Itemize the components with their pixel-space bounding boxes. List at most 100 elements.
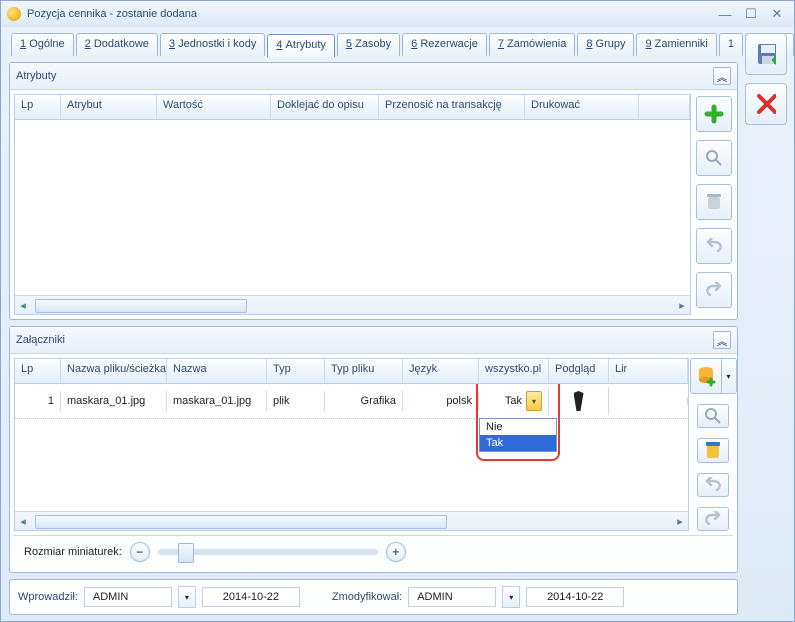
hscroll2-left-icon[interactable]: ◂ (15, 514, 31, 528)
thumbnail-size-slider[interactable] (158, 549, 378, 555)
col-atrybut[interactable]: Atrybut (61, 95, 157, 119)
hscroll-thumb[interactable] (35, 299, 247, 313)
grid-atrybuty[interactable]: Lp Atrybut Wartość Doklejać do opisu Prz… (14, 94, 691, 315)
tab-atrybuty[interactable]: 4 Atrybuty (267, 34, 335, 57)
modified-by-dropdown[interactable]: ▾ (502, 586, 520, 608)
plus-icon (704, 104, 724, 124)
cell-nazwa: maskara_01.jpg (167, 391, 267, 411)
col-lp[interactable]: Lp (15, 95, 61, 119)
delete-button[interactable] (696, 184, 732, 220)
col2-path[interactable]: Nazwa pliku/ścieżka (61, 359, 167, 383)
thumbnail-larger-button[interactable]: + (386, 542, 406, 562)
col-wartosc[interactable]: Wartość (157, 95, 271, 119)
col2-lir[interactable]: Lir (609, 359, 688, 383)
hscroll-left-icon[interactable]: ◂ (15, 298, 31, 312)
undo-attachment-button[interactable] (697, 473, 729, 497)
maximize-button[interactable]: ☐ (740, 6, 762, 22)
arrow-redo-icon (704, 280, 724, 300)
panel-atrybuty-collapse[interactable]: ︽ (713, 67, 731, 85)
arrow-undo-icon (704, 236, 724, 256)
table-row[interactable]: 1 maskara_01.jpg maskara_01.jpg plik Gra… (15, 384, 688, 419)
hscroll-right-icon[interactable]: ▸ (674, 298, 690, 312)
col-drukowac[interactable]: Drukować (525, 95, 639, 119)
dropdown-option-nie[interactable]: Nie (480, 419, 556, 435)
created-label: Wprowadził: (18, 591, 78, 603)
thumbnail-icon (574, 391, 584, 411)
add-button[interactable] (696, 96, 732, 132)
col2-lp[interactable]: Lp (15, 359, 61, 383)
arrow-undo-icon (703, 475, 723, 495)
cylinder-plus-icon (696, 366, 716, 386)
redo-button[interactable] (696, 272, 732, 308)
tab-zamienniki[interactable]: 9 Zamienniki (636, 33, 716, 56)
trash-color-icon (703, 440, 723, 460)
tab-zamowienia[interactable]: 7 Zamówienia (489, 33, 576, 56)
thumbnail-size-label: Rozmiar miniaturek: (24, 546, 122, 558)
col2-nazwa[interactable]: Nazwa (167, 359, 267, 383)
modified-by: ADMIN (408, 587, 496, 607)
add-attachment-dropdown[interactable]: ▾ (721, 358, 737, 394)
dropdown-option-tak[interactable]: Tak (480, 435, 556, 451)
tab-grupy[interactable]: 8 Grupy (577, 33, 634, 56)
cell-lir (609, 397, 688, 405)
hscroll2-right-icon[interactable]: ▸ (672, 514, 688, 528)
cell-podglad (549, 387, 609, 415)
slider-knob[interactable] (178, 543, 194, 563)
tab-zasoby[interactable]: 5 Zasoby (337, 33, 400, 56)
delete-attachment-button[interactable] (697, 438, 729, 462)
tab-rezerwacje[interactable]: 6 Rezerwacje (402, 33, 487, 56)
panel-zalaczniki-collapse[interactable]: ︽ (713, 331, 731, 349)
grid-zalaczniki[interactable]: Lp Nazwa pliku/ścieżka Nazwa Typ Typ pli… (14, 358, 689, 531)
cell-wszystko[interactable]: Tak ▾ (479, 387, 549, 415)
undo-button[interactable] (696, 228, 732, 264)
floppy-icon (756, 44, 776, 64)
col2-podglad[interactable]: Podgląd (549, 359, 609, 383)
minimize-button[interactable]: — (714, 6, 736, 22)
col2-jezyk[interactable]: Język (403, 359, 479, 383)
titlebar: Pozycja cennika - zostanie dodana — ☐ ✕ (1, 1, 794, 27)
col-doklejac[interactable]: Doklejać do opisu (271, 95, 379, 119)
cell-typpliku: Grafika (325, 391, 403, 411)
save-button[interactable] (745, 33, 787, 75)
tab-dodatkowe[interactable]: 2 Dodatkowe (76, 33, 158, 56)
window-title: Pozycja cennika - zostanie dodana (27, 8, 710, 20)
hscroll-atrybuty[interactable]: ◂ ▸ (15, 295, 690, 314)
preview-button[interactable] (697, 404, 729, 428)
tab-strip: 1 Ogólne 2 Dodatkowe 3 Jednostki i kody … (9, 33, 738, 56)
hscroll-zalaczniki[interactable]: ◂ ▸ (15, 511, 688, 530)
add-attachment-split-button[interactable]: ▾ (690, 358, 737, 394)
created-by-dropdown[interactable]: ▾ (178, 586, 196, 608)
search-button[interactable] (696, 140, 732, 176)
atrybuty-toolbar (695, 94, 733, 315)
redo-attachment-button[interactable] (697, 507, 729, 531)
created-by: ADMIN (84, 587, 172, 607)
add-attachment-button[interactable] (690, 358, 721, 394)
col2-typpliku[interactable]: Typ pliku (325, 359, 403, 383)
cell-lp: 1 (15, 391, 61, 411)
tab-overflow[interactable]: 1 (719, 33, 743, 56)
footer-bar: Wprowadził: ADMIN ▾ 2014-10-22 Zmodyfiko… (9, 579, 738, 615)
cell-path: maskara_01.jpg (61, 391, 167, 411)
tab-ogolne[interactable]: 1 Ogólne (11, 33, 74, 56)
col-extra[interactable] (639, 95, 690, 119)
trash-icon (704, 192, 724, 212)
tab-jednostki[interactable]: 3 Jednostki i kody (160, 33, 265, 56)
magnifier-icon (704, 148, 724, 168)
cancel-button[interactable] (745, 83, 787, 125)
close-button[interactable]: ✕ (766, 6, 788, 22)
app-window: Pozycja cennika - zostanie dodana — ☐ ✕ … (0, 0, 795, 622)
col2-typ[interactable]: Typ (267, 359, 325, 383)
hscroll2-thumb[interactable] (35, 515, 447, 529)
cell-typ: plik (267, 391, 325, 411)
thumbnail-smaller-button[interactable]: − (130, 542, 150, 562)
dropdown-wszystko[interactable]: Nie Tak (479, 418, 557, 452)
panel-zalaczniki-title: Załączniki (16, 334, 713, 346)
thumbnail-size-row: Rozmiar miniaturek: − + (14, 535, 733, 568)
panel-atrybuty-title: Atrybuty (16, 70, 713, 82)
panel-atrybuty: Atrybuty ︽ Lp Atrybut Wartość Doklejać d… (9, 62, 738, 320)
dropdown-toggle[interactable]: ▾ (526, 391, 542, 411)
created-date: 2014-10-22 (202, 587, 300, 607)
col-przenosic[interactable]: Przenosić na transakcję (379, 95, 525, 119)
col2-wszystko[interactable]: wszystko.pl (479, 359, 549, 383)
magnifier-icon (703, 406, 723, 426)
